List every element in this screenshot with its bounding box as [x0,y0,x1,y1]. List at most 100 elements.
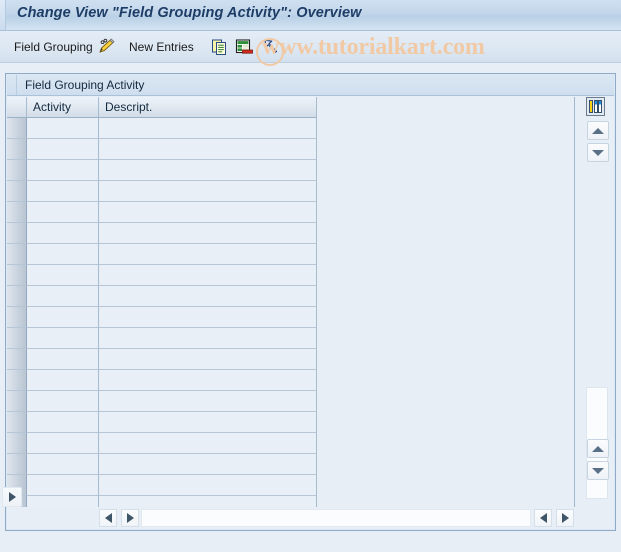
undo-button[interactable] [259,31,281,63]
cell-descript[interactable] [99,454,317,475]
cell-activity[interactable] [27,244,99,265]
cell-activity[interactable] [27,391,99,412]
cell-descript[interactable] [99,223,317,244]
cell-descript[interactable] [99,118,317,139]
edit-pencil-button[interactable] [97,31,117,63]
page-title: Change View "Field Grouping Activity": O… [17,5,362,21]
field-grouping-button[interactable]: Field Grouping [12,31,95,63]
cell-filler [317,202,560,223]
page-right-button[interactable] [2,487,22,507]
cell-descript[interactable] [99,475,317,496]
cell-descript[interactable] [99,496,317,507]
delete-row-button[interactable] [235,31,254,63]
column-header-descript[interactable]: Descript. [99,97,317,118]
cell-activity[interactable] [27,223,99,244]
cell-descript[interactable] [99,139,317,160]
hscroll-track[interactable] [141,509,531,527]
cell-activity[interactable] [27,286,99,307]
row-selector-cell[interactable] [7,118,27,139]
table-row[interactable] [7,307,560,328]
cell-activity[interactable] [27,412,99,433]
row-selector-cell[interactable] [7,265,27,286]
scroll-down-button-bottom[interactable] [587,461,609,480]
cell-activity[interactable] [27,118,99,139]
table-row[interactable] [7,244,560,265]
row-selector-cell[interactable] [7,223,27,244]
cell-descript[interactable] [99,391,317,412]
cell-descript[interactable] [99,181,317,202]
cell-activity[interactable] [27,328,99,349]
row-selector-cell[interactable] [7,139,27,160]
cell-descript[interactable] [99,265,317,286]
cell-activity[interactable] [27,139,99,160]
table-row[interactable] [7,118,560,139]
cell-activity[interactable] [27,160,99,181]
table-row[interactable] [7,265,560,286]
cell-activity[interactable] [27,349,99,370]
cell-activity[interactable] [27,202,99,223]
table-row[interactable] [7,349,560,370]
scroll-up-button-bottom[interactable] [587,439,609,458]
table-row[interactable] [7,433,560,454]
scroll-down-button[interactable] [587,143,609,162]
cell-activity[interactable] [27,475,99,496]
cell-descript[interactable] [99,202,317,223]
new-entries-button[interactable]: New Entries [127,31,196,63]
cell-activity[interactable] [27,265,99,286]
table-row[interactable] [7,412,560,433]
cell-activity[interactable] [27,307,99,328]
row-selector-cell[interactable] [7,160,27,181]
cell-descript[interactable] [99,349,317,370]
table-row[interactable] [7,202,560,223]
row-selector-cell[interactable] [7,433,27,454]
table-row[interactable] [7,496,560,507]
cell-descript[interactable] [99,328,317,349]
cell-activity[interactable] [27,433,99,454]
row-selector-cell[interactable] [7,202,27,223]
copy-button[interactable] [211,31,229,63]
scroll-up-button[interactable] [587,121,609,140]
cell-activity[interactable] [27,496,99,507]
scroll-up-arrow-icon-bottom [592,445,604,452]
column-config-icon[interactable] [586,97,605,116]
row-selector-cell[interactable] [7,454,27,475]
row-selector-cell[interactable] [7,328,27,349]
cell-filler [317,496,560,507]
row-selector-cell[interactable] [7,349,27,370]
cell-descript[interactable] [99,244,317,265]
row-selector-cell[interactable] [7,286,27,307]
table-row[interactable] [7,181,560,202]
column-header-selector[interactable] [7,97,27,118]
cell-descript[interactable] [99,286,317,307]
table-row[interactable] [7,391,560,412]
cell-descript[interactable] [99,412,317,433]
table-row[interactable] [7,160,560,181]
table-row[interactable] [7,286,560,307]
table-row[interactable] [7,370,560,391]
row-selector-cell[interactable] [7,307,27,328]
hscroll-right-button[interactable] [121,509,139,527]
hscroll-left-button-end[interactable] [534,509,552,527]
hscroll-right-button-end[interactable] [556,509,574,527]
table-row[interactable] [7,223,560,244]
column-header-activity[interactable]: Activity [27,97,99,118]
cell-activity[interactable] [27,454,99,475]
table-row[interactable] [7,328,560,349]
cell-descript[interactable] [99,370,317,391]
row-selector-cell[interactable] [7,370,27,391]
scroll-down-arrow-icon [592,149,604,156]
table-row[interactable] [7,475,560,496]
row-selector-cell[interactable] [7,181,27,202]
hscroll-left-button[interactable] [99,509,117,527]
cell-activity[interactable] [27,370,99,391]
cell-activity[interactable] [27,181,99,202]
cell-descript[interactable] [99,433,317,454]
cell-descript[interactable] [99,160,317,181]
cell-descript[interactable] [99,307,317,328]
row-selector-cell[interactable] [7,391,27,412]
table-row[interactable] [7,139,560,160]
row-selector-cell[interactable] [7,244,27,265]
table-row[interactable] [7,454,560,475]
row-selector-cell[interactable] [7,412,27,433]
field-grouping-panel: Field Grouping Activity Activity Descrip… [2,73,616,531]
